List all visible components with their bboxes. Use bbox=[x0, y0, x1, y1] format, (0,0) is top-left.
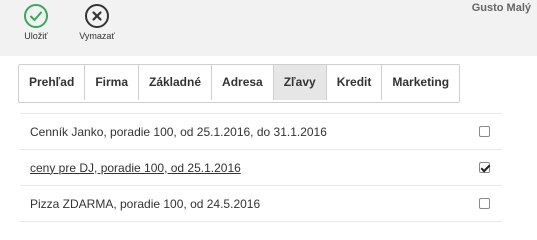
save-label: Uložiť bbox=[24, 31, 48, 41]
discount-list: Cenník Janko, poradie 100, od 25.1.2016,… bbox=[20, 113, 502, 222]
discount-label: Pizza ZDARMA, poradie 100, od 24.5.2016 bbox=[30, 196, 261, 211]
discount-checkbox[interactable] bbox=[479, 162, 490, 173]
tab-bar: Prehľad Firma Základné Adresa Zľavy Kred… bbox=[18, 64, 461, 103]
list-item: Pizza ZDARMA, poradie 100, od 24.5.2016 bbox=[20, 185, 502, 222]
save-button[interactable]: Uložiť bbox=[14, 4, 58, 41]
user-name[interactable]: Gusto Malý bbox=[472, 2, 531, 14]
discount-label: Cenník Janko, poradie 100, od 25.1.2016,… bbox=[30, 124, 327, 139]
tab-marketing[interactable]: Marketing bbox=[382, 65, 460, 100]
check-circle-icon bbox=[24, 4, 48, 28]
clear-label: Vymazať bbox=[79, 31, 115, 41]
tab-zakladne[interactable]: Základné bbox=[139, 65, 213, 100]
tab-firma[interactable]: Firma bbox=[85, 65, 139, 100]
list-item: ceny pre DJ, poradie 100, od 25.1.2016 bbox=[20, 149, 502, 185]
discount-link[interactable]: ceny pre DJ, poradie 100, od 25.1.2016 bbox=[20, 161, 241, 175]
toolbar: Uložiť Vymazať Gusto Malý bbox=[0, 0, 537, 56]
tab-adresa[interactable]: Adresa bbox=[212, 65, 274, 100]
discount-checkbox[interactable] bbox=[479, 126, 490, 137]
tab-kredit[interactable]: Kredit bbox=[326, 65, 383, 100]
tab-zlavy[interactable]: Zľavy bbox=[273, 65, 327, 100]
x-circle-icon bbox=[85, 4, 109, 28]
clear-button[interactable]: Vymazať bbox=[75, 4, 119, 41]
list-item: Cenník Janko, poradie 100, od 25.1.2016,… bbox=[20, 113, 502, 149]
tab-prehlad[interactable]: Prehľad bbox=[19, 65, 86, 100]
discount-checkbox[interactable] bbox=[479, 198, 490, 209]
